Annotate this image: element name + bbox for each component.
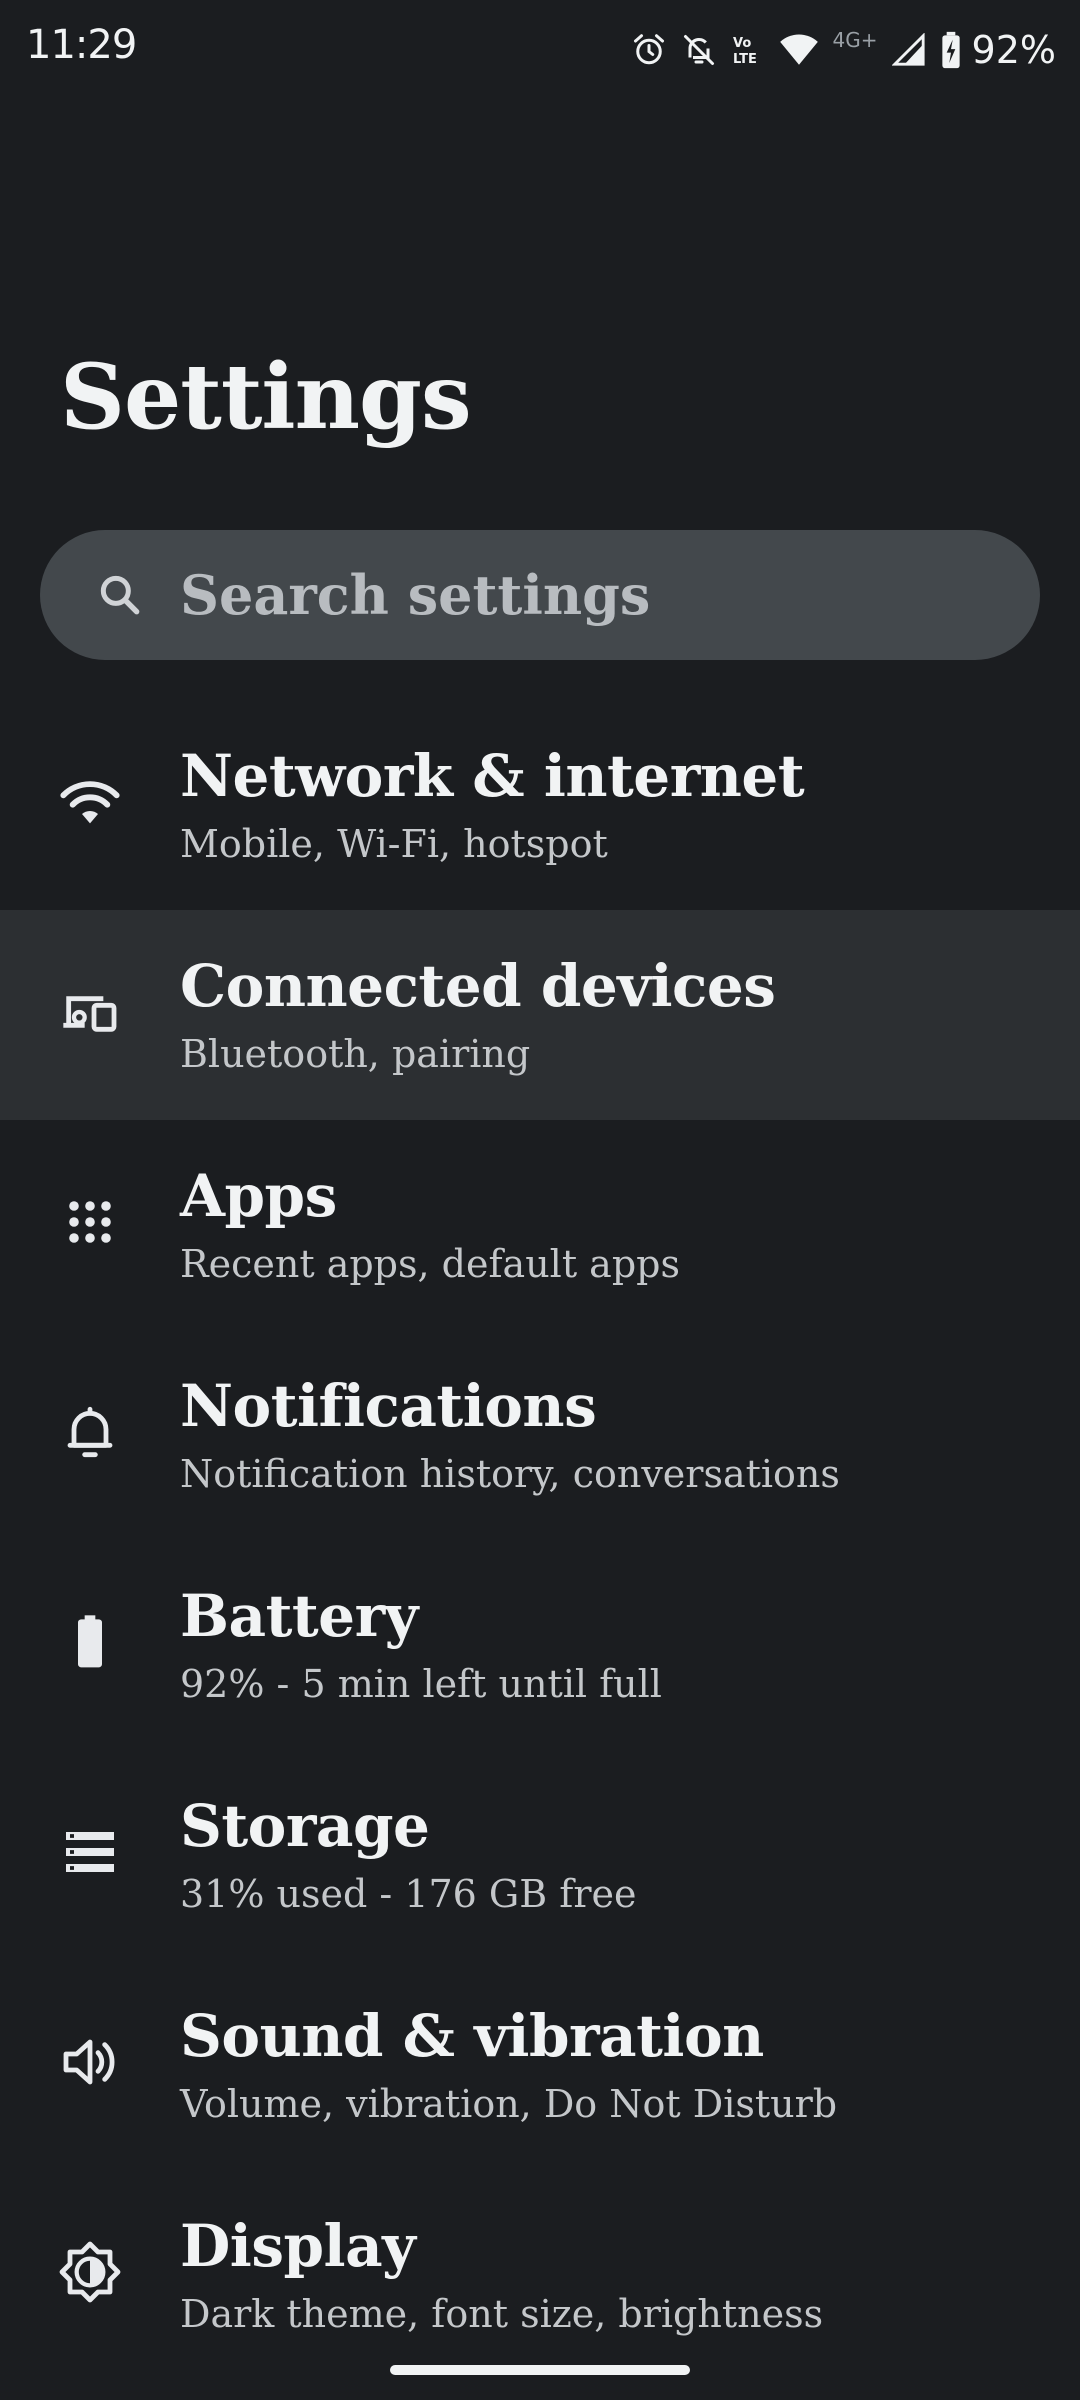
item-subtitle: 92% - 5 min left until full	[180, 1662, 662, 1706]
item-subtitle: Notification history, conversations	[180, 1452, 840, 1496]
cell-signal-icon	[891, 33, 926, 67]
settings-item-display[interactable]: Display Dark theme, font size, brightnes…	[0, 2170, 1080, 2380]
item-subtitle: Recent apps, default apps	[180, 1242, 680, 1286]
item-subtitle: Dark theme, font size, brightness	[180, 2292, 824, 2336]
status-bar: 11:29 Vo LTE 4G+ 92%	[0, 0, 1080, 100]
network-type-label: 4G+	[832, 28, 878, 52]
settings-item-connected-devices[interactable]: Connected devices Bluetooth, pairing	[0, 910, 1080, 1120]
settings-item-apps[interactable]: Apps Recent apps, default apps	[0, 1120, 1080, 1330]
search-bar[interactable]: Search settings	[40, 530, 1040, 660]
settings-item-network[interactable]: Network & internet Mobile, Wi-Fi, hotspo…	[0, 700, 1080, 910]
wifi-icon	[58, 770, 122, 834]
bell-off-icon	[681, 32, 717, 68]
settings-screen: 11:29 Vo LTE 4G+ 92% Settings Search set…	[0, 0, 1080, 2400]
item-subtitle: Bluetooth, pairing	[180, 1032, 531, 1076]
apps-grid-icon	[58, 1190, 122, 1254]
item-title: Connected devices	[180, 952, 776, 1020]
status-icons: Vo LTE 4G+ 92%	[631, 24, 1056, 76]
battery-percent: 92%	[971, 28, 1056, 72]
item-title: Storage	[180, 1792, 430, 1860]
alarm-icon	[631, 32, 667, 68]
item-subtitle: Mobile, Wi-Fi, hotspot	[180, 822, 608, 866]
gesture-nav-handle[interactable]	[390, 2365, 690, 2375]
settings-item-storage[interactable]: Storage 31% used - 176 GB free	[0, 1750, 1080, 1960]
item-title: Apps	[180, 1162, 337, 1230]
speaker-icon	[58, 2030, 122, 2094]
battery-charging-icon	[940, 31, 962, 69]
item-title: Display	[180, 2212, 416, 2280]
item-title: Notifications	[180, 1372, 597, 1440]
search-placeholder: Search settings	[180, 563, 651, 627]
volte-icon: Vo LTE	[731, 32, 765, 68]
status-time: 11:29	[26, 22, 137, 68]
wifi-icon	[779, 32, 819, 68]
svg-text:LTE: LTE	[733, 52, 757, 67]
settings-item-sound[interactable]: Sound & vibration Volume, vibration, Do …	[0, 1960, 1080, 2170]
page-title: Settings	[60, 344, 472, 450]
item-title: Battery	[180, 1582, 418, 1650]
item-title: Network & internet	[180, 742, 805, 810]
brightness-icon	[58, 2240, 122, 2304]
battery-icon	[58, 1610, 122, 1674]
settings-item-notifications[interactable]: Notifications Notification history, conv…	[0, 1330, 1080, 1540]
bell-icon	[58, 1400, 122, 1464]
storage-icon	[58, 1820, 122, 1884]
devices-icon	[58, 980, 122, 1044]
search-icon	[95, 570, 145, 620]
item-subtitle: 31% used - 176 GB free	[180, 1872, 637, 1916]
item-title: Sound & vibration	[180, 2002, 764, 2070]
settings-list: Network & internet Mobile, Wi-Fi, hotspo…	[0, 700, 1080, 2380]
item-subtitle: Volume, vibration, Do Not Disturb	[180, 2082, 838, 2126]
svg-text:Vo: Vo	[733, 36, 751, 51]
settings-item-battery[interactable]: Battery 92% - 5 min left until full	[0, 1540, 1080, 1750]
